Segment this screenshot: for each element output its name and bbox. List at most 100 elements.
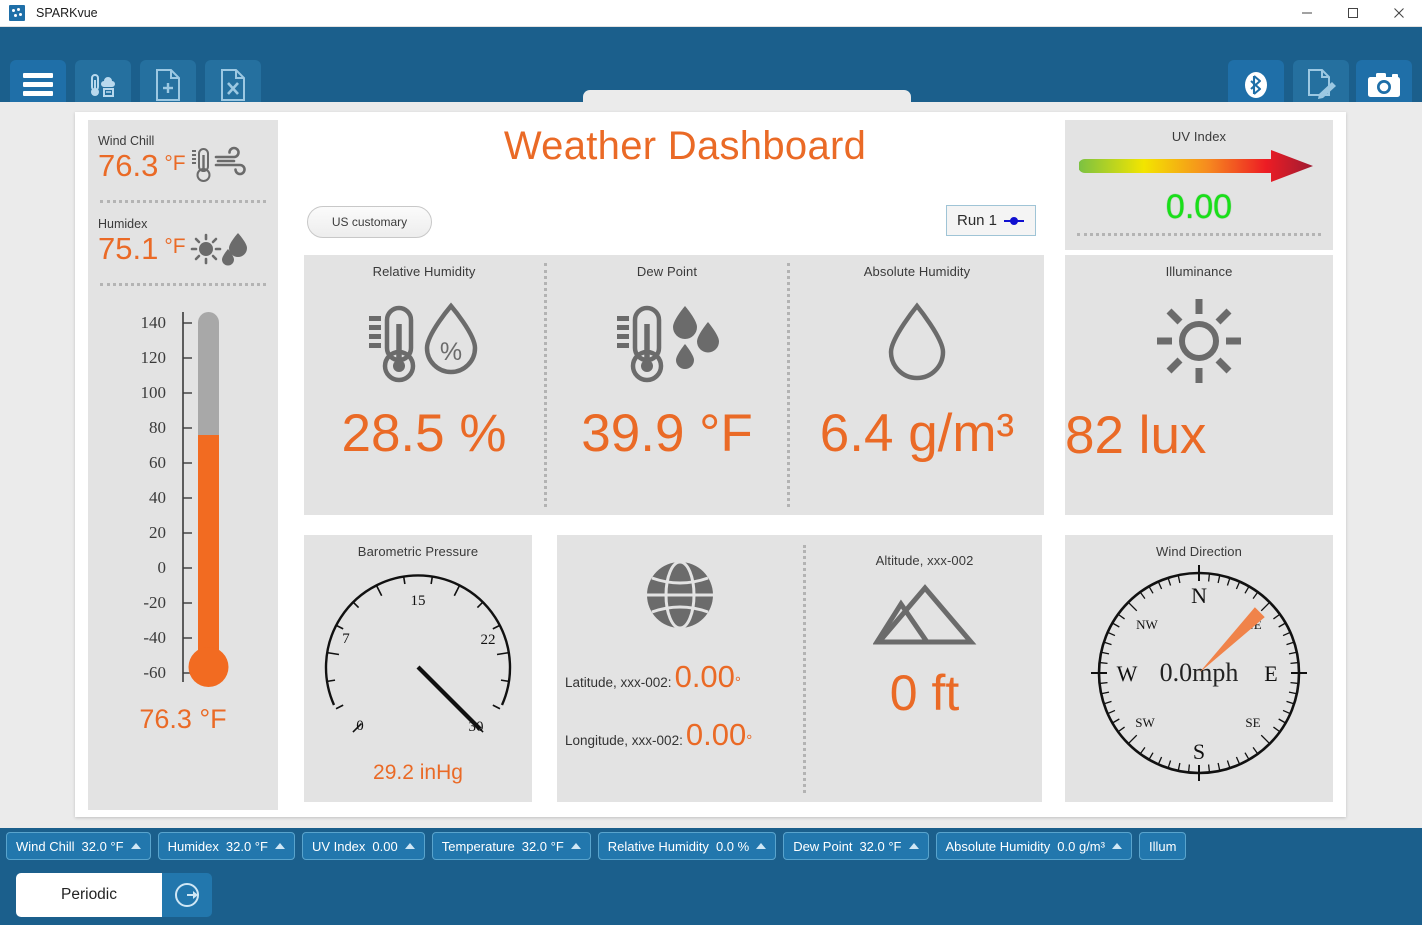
new-file-icon xyxy=(156,68,180,101)
chevron-up-icon[interactable] xyxy=(908,843,919,849)
sampling-mode-label: Periodic xyxy=(16,873,162,917)
maximize-button[interactable] xyxy=(1330,0,1376,27)
latitude-value: 0.00 xyxy=(674,659,735,694)
svg-text:40: 40 xyxy=(149,488,166,507)
gps-panel: Latitude, xxx-002: 0.00 ° Longitude, xxx… xyxy=(557,535,1042,802)
sampling-mode-selector[interactable]: Periodic xyxy=(16,873,212,917)
humidex-unit: °F xyxy=(164,234,186,258)
svg-text:15: 15 xyxy=(411,593,426,609)
metric-label: Absolute Humidity xyxy=(863,264,971,279)
dashboard-canvas: Wind Chill 76.3 °F Humidex 75.1 °F 140 1… xyxy=(75,112,1346,817)
illuminance-label: Illuminance xyxy=(1165,264,1233,279)
chip-label: Absolute Humidity xyxy=(945,838,1051,854)
temperature-thermometer: 140 120 100 80 60 40 20 0 -20 -40 -60 76… xyxy=(88,304,278,734)
svg-text:120: 120 xyxy=(141,348,167,367)
chip-label: Illum xyxy=(1148,838,1177,854)
metric-label: Dew Point xyxy=(636,264,698,279)
divider-1 xyxy=(100,200,266,203)
camera-icon xyxy=(1368,72,1400,97)
chevron-up-icon[interactable] xyxy=(570,843,581,849)
close-button[interactable] xyxy=(1376,0,1422,27)
humidex-row: 75.1 °F xyxy=(98,229,278,269)
periodic-refresh-icon[interactable] xyxy=(162,873,212,917)
sensors-icon xyxy=(91,73,115,97)
chip-absolute-humidity[interactable]: Absolute Humidity 0.0 g/m³ xyxy=(935,832,1132,860)
thermometer-droplets-icon xyxy=(547,293,787,393)
chip-wind-chill[interactable]: Wind Chill 32.0 °F xyxy=(6,832,151,860)
svg-text:E: E xyxy=(1264,661,1277,686)
svg-text:140: 140 xyxy=(141,313,167,332)
uv-index-panel: UV Index 0.00 xyxy=(1065,120,1333,250)
chip-value: 0.0 % xyxy=(715,838,750,854)
svg-text:0: 0 xyxy=(356,718,364,734)
metric-absolute-humidity: Absolute Humidity 6.4 g/m³ xyxy=(790,255,1044,515)
chip-label: Wind Chill xyxy=(16,838,75,854)
chip-value: 0.0 g/m³ xyxy=(1057,838,1105,854)
svg-text:%: % xyxy=(440,338,462,366)
altitude-label: Altitude, xxx-002 xyxy=(875,553,974,568)
chip-temperature[interactable]: Temperature 32.0 °F xyxy=(431,832,591,860)
chip-value: 32.0 °F xyxy=(521,838,564,854)
metric-value: 6.4 g/m³ xyxy=(819,404,1015,463)
chevron-up-icon[interactable] xyxy=(1111,843,1122,849)
chip-label: Humidex xyxy=(167,838,219,854)
window-controls xyxy=(1284,0,1422,27)
wind-chill-row: 76.3 °F xyxy=(98,146,278,186)
water-droplet-icon xyxy=(790,293,1044,393)
sun-icon xyxy=(1065,295,1333,387)
thermometer-gauge: 140 120 100 80 60 40 20 0 -20 -40 -60 xyxy=(141,312,229,687)
humidex-value: 75.1 xyxy=(98,231,159,266)
uv-gradient-arrow-icon xyxy=(1065,148,1333,184)
units-button[interactable]: US customary xyxy=(307,206,432,238)
chip-relative-humidity[interactable]: Relative Humidity 0.0 % xyxy=(597,832,777,860)
chip-label: UV Index xyxy=(311,838,366,854)
metric-label: Relative Humidity xyxy=(372,264,476,279)
svg-text:N: N xyxy=(1191,583,1207,608)
chip-uv-index[interactable]: UV Index 0.00 xyxy=(301,832,425,860)
latitude-label: Latitude, xxx-002: xyxy=(565,675,672,690)
chip-illuminance[interactable]: Illum xyxy=(1138,832,1187,860)
wind-speed-value: 0.0mph xyxy=(1160,658,1239,687)
gps-coordinates: Latitude, xxx-002: 0.00 ° Longitude, xxx… xyxy=(557,535,802,802)
svg-text:S: S xyxy=(1193,739,1205,764)
svg-text:22: 22 xyxy=(481,632,496,648)
close-file-icon xyxy=(221,68,245,101)
chip-label: Dew Point xyxy=(793,838,853,854)
run-selector[interactable]: Run 1 xyxy=(946,205,1036,236)
chevron-up-icon[interactable] xyxy=(404,843,415,849)
chip-label: Relative Humidity xyxy=(607,838,709,854)
hamburger-menu-icon xyxy=(23,69,53,100)
minimize-button[interactable] xyxy=(1284,0,1330,27)
longitude-degree: ° xyxy=(746,732,753,749)
sun-droplets-icon xyxy=(190,233,247,266)
wind-chill-unit: °F xyxy=(164,151,186,175)
latitude-degree: ° xyxy=(734,674,741,691)
svg-text:60: 60 xyxy=(149,453,166,472)
chip-label: Temperature xyxy=(441,838,515,854)
chevron-up-icon[interactable] xyxy=(130,843,141,849)
sparkvue-window: SPARKvue Wind Chill 76.3 °F Humidex 75.1… xyxy=(0,0,1422,925)
humidity-metrics-panel: Relative Humidity % 28.5 % Dew Point 39.… xyxy=(304,255,1044,515)
chip-dew-point[interactable]: Dew Point 32.0 °F xyxy=(783,832,929,860)
metric-value: 28.5 % xyxy=(341,404,507,463)
measurement-chip-bar: Wind Chill 32.0 °F Humidex 32.0 °F UV In… xyxy=(0,828,1422,864)
title-bar: SPARKvue xyxy=(0,0,1422,27)
main-toolbar: 1: Dashboard xyxy=(0,27,1422,129)
longitude-row: Longitude, xxx-002: 0.00 ° xyxy=(565,717,802,753)
chip-humidex[interactable]: Humidex 32.0 °F xyxy=(157,832,295,860)
app-title: SPARKvue xyxy=(36,6,98,20)
content-area: Wind Chill 76.3 °F Humidex 75.1 °F 140 1… xyxy=(0,102,1422,828)
page-title: Weather Dashboard xyxy=(503,124,867,168)
app-logo-icon xyxy=(9,5,25,21)
svg-text:-40: -40 xyxy=(143,628,166,647)
chevron-up-icon[interactable] xyxy=(274,843,285,849)
illuminance-value: 82 lux xyxy=(1065,406,1207,465)
divider-2 xyxy=(100,283,266,286)
metric-relative-humidity: Relative Humidity % 28.5 % xyxy=(304,255,544,515)
status-bar: Periodic Start 00:00:00.0 </> xyxy=(0,864,1422,925)
thermometer-value: 76.3 °F xyxy=(139,704,227,734)
uv-label: UV Index xyxy=(1171,129,1227,144)
chevron-up-icon[interactable] xyxy=(756,843,767,849)
svg-text:NW: NW xyxy=(1136,617,1158,632)
svg-text:7: 7 xyxy=(342,631,350,647)
